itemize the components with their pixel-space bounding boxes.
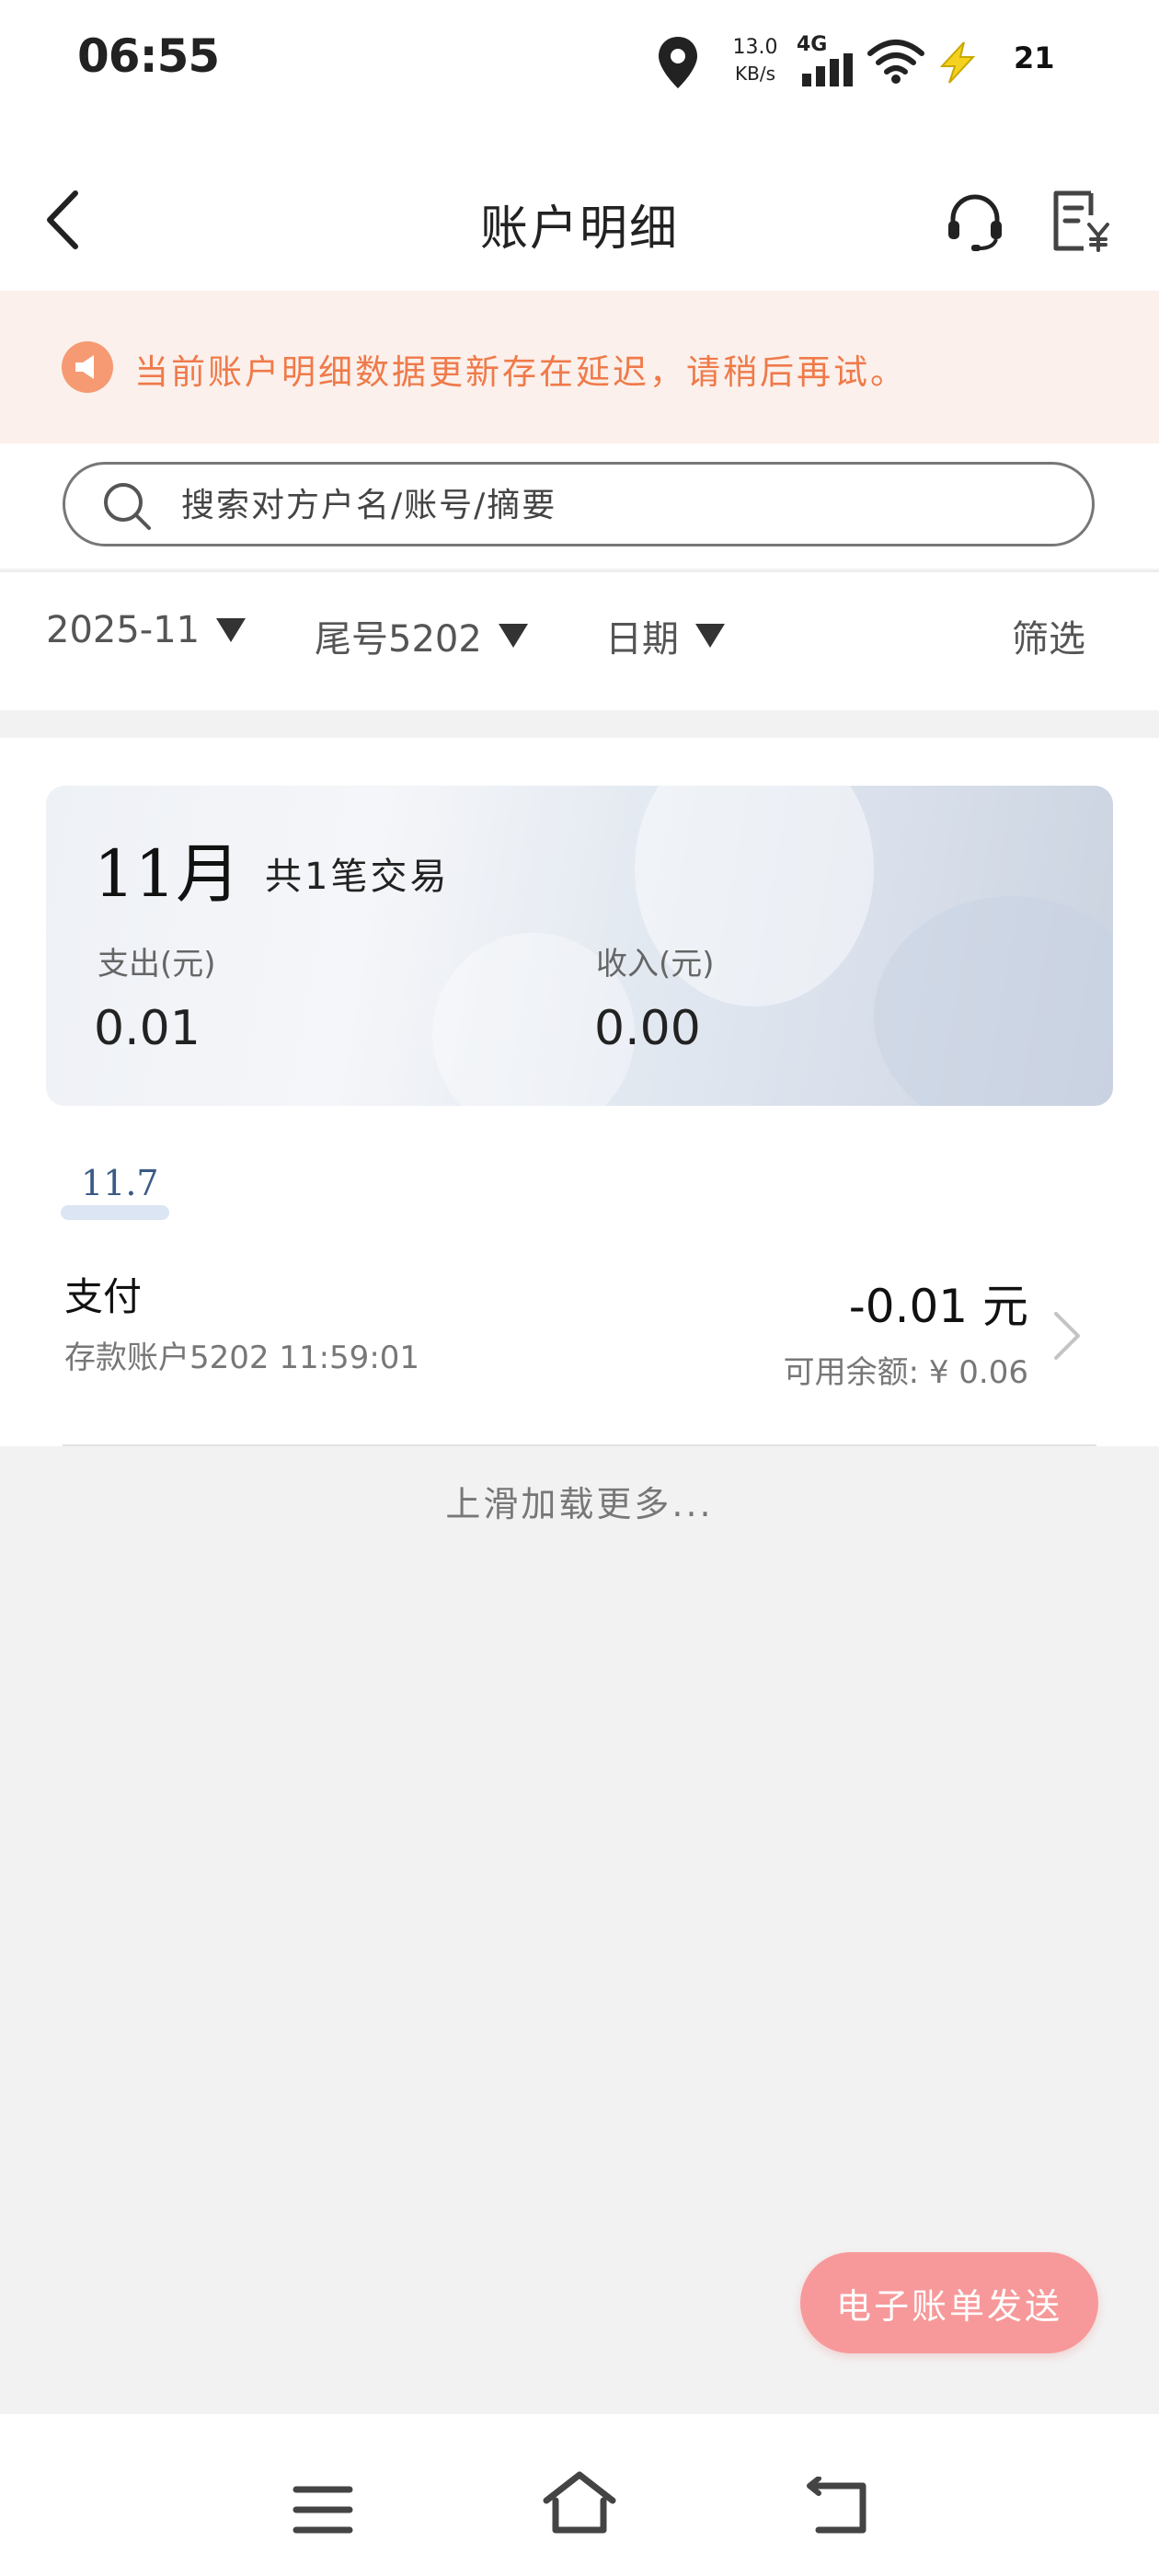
monthly-summary-card: 11月 共1笔交易 支出(元) 0.01 收入(元) 0.00 <box>46 786 1113 1106</box>
net-speed-value: 13.0 <box>732 36 778 59</box>
home-icon[interactable] <box>541 2469 618 2536</box>
summary-month: 11月 <box>94 836 241 912</box>
status-time: 06:55 <box>77 29 220 83</box>
summary-count: 共1笔交易 <box>265 856 450 898</box>
account-filter-dropdown[interactable]: 尾号5202 <box>315 609 528 662</box>
wifi-icon <box>867 40 924 84</box>
account-filter-label: 尾号5202 <box>315 618 482 661</box>
month-filter-dropdown[interactable]: 2025-11 <box>46 609 247 651</box>
battery-level: 21 <box>1014 40 1055 75</box>
month-filter-label: 2025-11 <box>46 609 201 651</box>
sort-filter-label: 日期 <box>605 618 679 661</box>
transaction-balance: 可用余额: ¥ 0.06 <box>783 1354 1028 1391</box>
search-icon <box>104 483 151 530</box>
transaction-subtitle: 存款账户5202 11:59:01 <box>64 1340 420 1376</box>
notice-text: 当前账户明细数据更新存在延迟，请稍后再试。 <box>134 352 907 392</box>
megaphone-icon <box>62 341 113 393</box>
search-box[interactable] <box>63 462 1095 546</box>
transaction-amount: -0.01 元 <box>848 1280 1028 1333</box>
income-label: 收入(元) <box>596 946 715 983</box>
triangle-down-icon <box>216 618 247 642</box>
date-underline <box>61 1205 169 1220</box>
bill-statement-icon[interactable] <box>1049 188 1113 254</box>
net-speed-unit: KB/s <box>735 63 775 85</box>
income-value: 0.00 <box>594 1001 701 1056</box>
transaction-date-header: 11.7 <box>81 1163 159 1203</box>
sort-filter-dropdown[interactable]: 日期 <box>605 609 725 662</box>
search-input[interactable] <box>179 477 1066 533</box>
transaction-title: 支付 <box>64 1274 143 1319</box>
location-icon <box>659 37 697 88</box>
row-divider <box>63 1444 1096 1446</box>
net-speed: 13.0 KB/s <box>723 35 787 86</box>
charging-bolt-icon <box>939 41 976 84</box>
menu-icon[interactable] <box>293 2484 353 2536</box>
load-more-hint: 上滑加载更多... <box>445 1484 714 1524</box>
transaction-row[interactable]: 支付 存款账户5202 11:59:01 -0.01 元 可用余额: ¥ 0.0… <box>0 1233 1159 1446</box>
triangle-down-icon <box>695 624 725 648</box>
e-bill-send-button[interactable]: 电子账单发送 <box>800 2252 1098 2353</box>
filter-button-label: 筛选 <box>1012 618 1085 661</box>
chevron-right-icon <box>1054 1312 1080 1360</box>
filter-button[interactable]: 筛选 <box>1012 609 1085 662</box>
back-navigation-icon[interactable] <box>806 2477 872 2536</box>
customer-service-icon[interactable] <box>944 190 1006 252</box>
filter-bar: 2025-11 尾号5202 日期 筛选 <box>0 570 1159 710</box>
expense-label: 支出(元) <box>98 946 216 983</box>
expense-value: 0.01 <box>94 1001 201 1056</box>
cellular-signal-icon <box>802 53 853 86</box>
battery-indicator: 21 <box>993 39 1076 79</box>
triangle-down-icon <box>498 624 528 648</box>
